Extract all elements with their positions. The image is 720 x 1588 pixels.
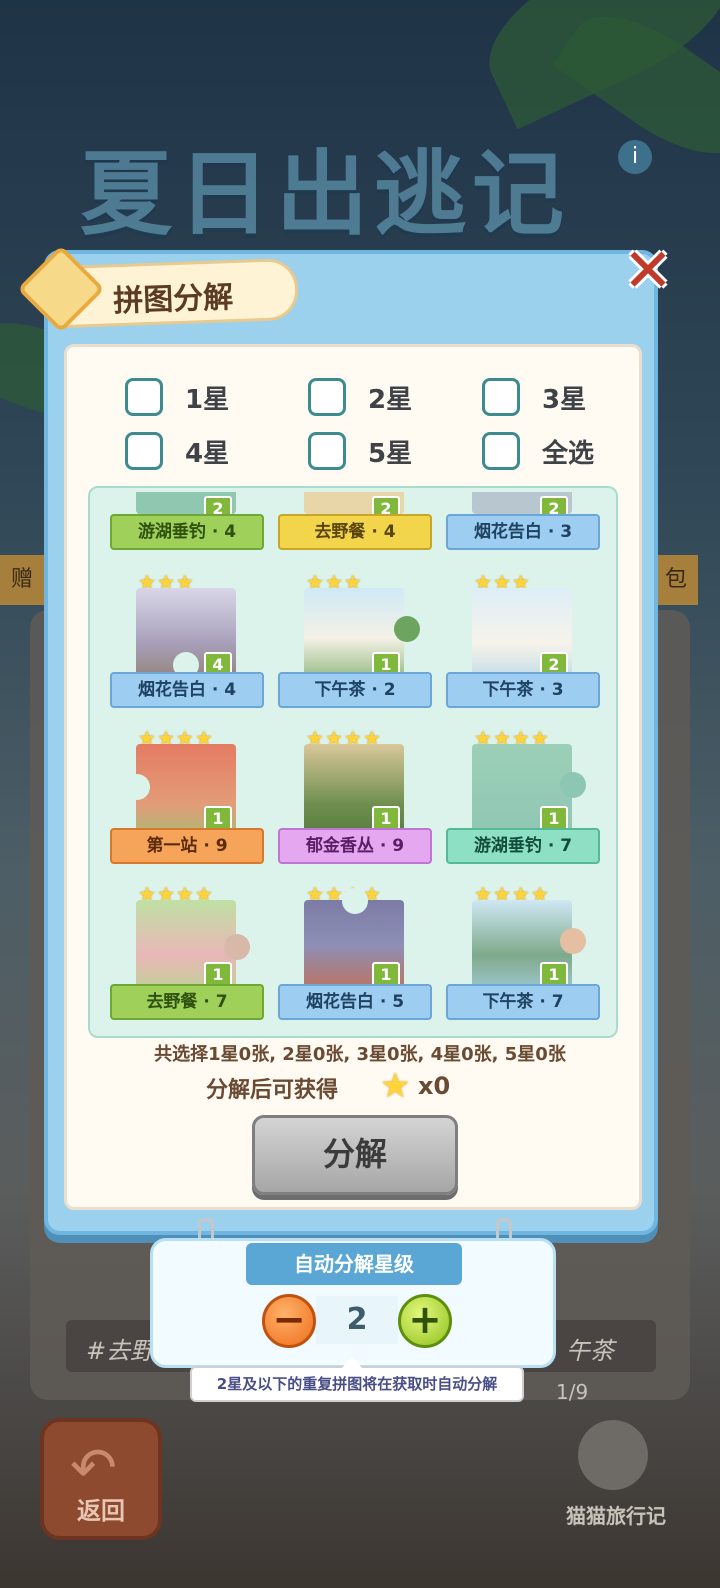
- close-icon: ✕: [622, 236, 674, 306]
- piece-name: 下午茶 · 2: [278, 672, 432, 708]
- cat-mascot-icon: [578, 1420, 648, 1490]
- strip-right-label: 午茶: [566, 1337, 614, 1365]
- selection-summary: 共选择1星0张, 2星0张, 3星0张, 4星0张, 5星0张: [154, 1044, 566, 1065]
- piece-name: 游湖垂钓 · 4: [110, 514, 264, 550]
- piece-name: 去野餐 · 7: [110, 984, 264, 1020]
- close-button[interactable]: ✕: [620, 241, 676, 301]
- filter-2-star[interactable]: 2星: [308, 378, 412, 416]
- side-tab-left[interactable]: 赠: [0, 555, 44, 605]
- back-label: 返回: [77, 1497, 125, 1525]
- checkbox[interactable]: [125, 432, 163, 470]
- piece-knob: [394, 616, 420, 642]
- auto-decompose-tip: 2星及以下的重复拼图将在获取时自动分解: [190, 1356, 524, 1402]
- increase-level-button[interactable]: +: [398, 1294, 452, 1348]
- piece-knob: [560, 772, 586, 798]
- piece-name: 去野餐 · 4: [278, 514, 432, 550]
- piece-name: 下午茶 · 7: [446, 984, 600, 1020]
- star-icon: ★: [380, 1066, 411, 1106]
- piece-name: 第一站 · 9: [110, 828, 264, 864]
- piece-knob: [224, 934, 250, 960]
- strip-left-label: #去野: [86, 1337, 155, 1365]
- auto-decompose-title: 自动分解星级: [246, 1243, 462, 1285]
- brand-label: 猫猫旅行记: [566, 1504, 666, 1528]
- piece-knob: [560, 928, 586, 954]
- piece-notch: [342, 888, 368, 914]
- filter-3-star[interactable]: 3星: [482, 378, 586, 416]
- filter-label: 2星: [368, 384, 413, 415]
- checkbox[interactable]: [308, 432, 346, 470]
- checkbox[interactable]: [308, 378, 346, 416]
- piece-name: 下午茶 · 3: [446, 672, 600, 708]
- piece-name: 烟花告白 · 3: [446, 514, 600, 550]
- checkbox[interactable]: [482, 378, 520, 416]
- plus-icon: +: [408, 1297, 442, 1343]
- filter-label: 全选: [542, 438, 595, 469]
- filter-4-star[interactable]: 4星: [125, 432, 229, 470]
- reward-label: 分解后可获得: [206, 1078, 339, 1103]
- minus-icon: −: [272, 1297, 306, 1343]
- piece-name: 烟花告白 · 5: [278, 984, 432, 1020]
- piece-name: 游湖垂钓 · 7: [446, 828, 600, 864]
- info-icon[interactable]: i: [618, 140, 652, 174]
- filter-5-star[interactable]: 5星: [308, 432, 412, 470]
- decompose-button[interactable]: 分解: [252, 1115, 458, 1195]
- filter-label: 4星: [185, 438, 230, 469]
- event-title: 夏日出逃记: [80, 141, 571, 248]
- decrease-level-button[interactable]: −: [262, 1294, 316, 1348]
- piece-notch: [124, 774, 150, 800]
- piece-name: 烟花告白 · 4: [110, 672, 264, 708]
- filter-1-star[interactable]: 1星: [125, 378, 229, 416]
- filter-label: 5星: [368, 438, 413, 469]
- checkbox[interactable]: [482, 432, 520, 470]
- checkbox[interactable]: [125, 378, 163, 416]
- dialog-title: 拼图分解: [112, 280, 234, 320]
- auto-decompose-level: 2: [316, 1296, 398, 1344]
- filter-label: 1星: [185, 384, 230, 415]
- back-button[interactable]: ↶ 返回: [40, 1418, 162, 1540]
- piece-name: 郁金香丛 · 9: [278, 828, 432, 864]
- filter-select-all[interactable]: 全选: [482, 432, 594, 470]
- reward-value: x0: [418, 1072, 451, 1100]
- progress-label: 1/9: [556, 1380, 589, 1404]
- puzzle-piece-grid: 2 游湖垂钓 · 4 2 去野餐 · 4 2 烟花告白 · 3 ★ ★ ★ 4 烟花…: [88, 486, 618, 1038]
- filter-label: 3星: [542, 384, 587, 415]
- side-tab-right[interactable]: 包: [654, 555, 698, 605]
